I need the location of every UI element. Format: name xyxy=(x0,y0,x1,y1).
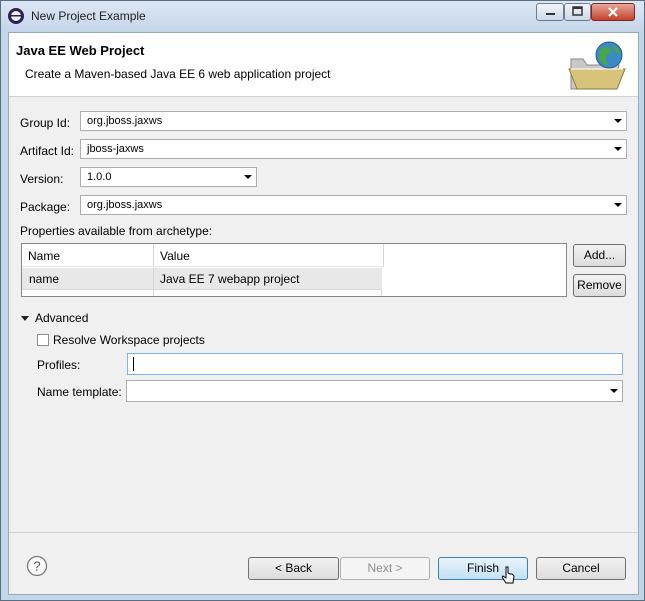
row-value-cell: Java EE 7 webapp project xyxy=(160,272,300,286)
close-icon xyxy=(608,7,618,17)
version-combo[interactable]: 1.0.0 xyxy=(80,167,257,187)
package-combo[interactable]: org.jboss.jaxws xyxy=(80,195,627,215)
text-caret xyxy=(133,357,134,371)
profiles-input[interactable] xyxy=(127,353,623,375)
help-icon[interactable]: ? xyxy=(26,555,48,577)
mouse-pointer-icon xyxy=(502,566,515,584)
chevron-down-icon xyxy=(614,119,622,123)
resolve-workspace-checkbox[interactable] xyxy=(37,334,49,346)
properties-table[interactable]: Name Value name Java EE 7 webapp project xyxy=(21,243,567,297)
row-name-cell: name xyxy=(29,272,60,286)
chevron-down-icon xyxy=(244,175,252,179)
eclipse-app-icon xyxy=(8,8,24,24)
table-row[interactable]: name Java EE 7 webapp project xyxy=(22,268,382,290)
wizard-banner: Java EE Web Project Create a Maven-based… xyxy=(9,33,638,97)
title-bar[interactable]: New Project Example xyxy=(1,1,644,31)
artifact-id-label: Artifact Id: xyxy=(20,144,75,158)
page-title: Java EE Web Project xyxy=(16,43,145,58)
cancel-button[interactable]: Cancel xyxy=(536,557,626,580)
expand-triangle-icon xyxy=(21,316,29,321)
next-button[interactable]: Next > xyxy=(340,557,430,580)
dialog-window: New Project Example Java EE Web Project … xyxy=(0,0,645,601)
artifact-id-combo[interactable]: jboss-jaxws xyxy=(80,139,627,159)
version-label: Version: xyxy=(20,172,64,186)
artifact-id-value: jboss-jaxws xyxy=(87,143,144,155)
properties-label: Properties available from archetype: xyxy=(20,224,213,238)
back-button[interactable]: < Back xyxy=(248,557,339,580)
profiles-label: Profiles: xyxy=(37,358,81,372)
chevron-down-icon xyxy=(610,389,618,393)
add-property-button[interactable]: Add... xyxy=(573,244,626,267)
group-id-label: Group Id: xyxy=(20,116,71,130)
advanced-label: Advanced xyxy=(35,311,89,325)
name-template-combo[interactable] xyxy=(126,380,623,402)
name-template-label: Name template: xyxy=(37,385,122,399)
column-header-value[interactable]: Value xyxy=(154,244,384,267)
dialog-content: Java EE Web Project Create a Maven-based… xyxy=(8,32,639,595)
version-value: 1.0.0 xyxy=(87,171,112,183)
group-id-value: org.jboss.jaxws xyxy=(87,115,163,127)
maximize-button[interactable] xyxy=(564,3,591,21)
folder-globe-icon xyxy=(568,41,626,90)
footer-separator xyxy=(9,532,638,533)
package-value: org.jboss.jaxws xyxy=(87,199,163,211)
svg-text:?: ? xyxy=(33,559,40,574)
group-id-combo[interactable]: org.jboss.jaxws xyxy=(80,111,627,131)
close-button[interactable] xyxy=(591,3,635,21)
minimize-button[interactable] xyxy=(536,3,564,21)
minimize-icon xyxy=(546,13,555,15)
empty-row xyxy=(22,289,382,296)
column-header-name[interactable]: Name xyxy=(22,244,154,267)
chevron-down-icon xyxy=(614,203,622,207)
chevron-down-icon xyxy=(614,147,622,151)
package-label: Package: xyxy=(20,200,71,214)
maximize-icon xyxy=(572,6,583,16)
page-description: Create a Maven-based Java EE 6 web appli… xyxy=(25,67,331,81)
resolve-workspace-label: Resolve Workspace projects xyxy=(53,333,205,347)
window-title: New Project Example xyxy=(31,9,146,23)
advanced-toggle[interactable]: Advanced xyxy=(20,311,120,327)
remove-property-button[interactable]: Remove xyxy=(573,274,626,297)
